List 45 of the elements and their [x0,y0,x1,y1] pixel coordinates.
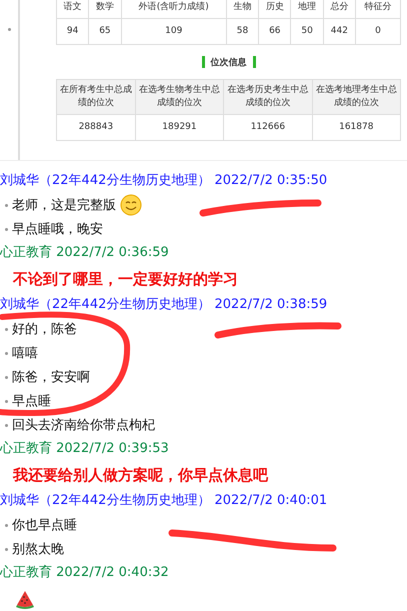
column-header: 外语(含听力成绩) [121,0,226,18]
column-header: 地理 [290,0,324,18]
table-cell: 161878 [312,114,400,140]
table-cell: 442 [323,18,356,44]
table-cell: 94 [56,18,89,44]
column-header: 语文 [56,0,89,18]
column-header: 总分 [323,0,356,18]
column-header: 生物 [226,0,259,18]
bullet-dot [8,28,10,31]
watermelon-icon [15,589,35,609]
message-text: 早点睡 [12,393,51,410]
message-text: 好的，陈爸 [12,321,77,338]
message-text: 嘻嘻 [12,345,38,362]
table-cell: 66 [258,18,291,44]
section-title: 位次信息 [210,56,246,68]
table-cell: 58 [226,18,259,44]
message-header: 刘城华（22年442分生物历史地理） 2022/7/2 0:35:50 [0,172,328,190]
message-text: 早点睡哦，晚安 [12,221,103,238]
column-header: 在选考历史考生中总成绩的位次 [224,80,312,114]
message-text: 回头去济南给你带点枸杞 [12,417,155,434]
message-header: 刘城华（22年442分生物历史地理） 2022/7/2 0:40:01 [0,492,328,510]
table-cell: 65 [88,18,122,44]
message-text: 别熬太晚 [12,541,64,558]
column-header: 特征分 [356,0,400,18]
column-header: 历史 [258,0,291,18]
column-header: 在选考地理考生中总成绩的位次 [312,80,400,114]
message-header: 心正教育 2022/7/2 0:40:32 [0,564,170,582]
column-header: 在选考生物考生中总成绩的位次 [135,80,224,114]
table-cell: 50 [290,18,324,44]
annotation-text: 不论到了哪里，一定要好好的学习 [12,269,239,290]
table-cell: 288843 [56,114,136,140]
annotation-text: 我还要给别人做方案呢，你早点休息吧 [12,465,270,486]
column-header: 在所有考生中总成绩的位次 [56,80,136,114]
table-cell: 0 [356,18,400,44]
table-cell: 109 [121,18,226,44]
message-header: 刘城华（22年442分生物历史地理） 2022/7/2 0:38:59 [0,296,328,314]
table-cell: 112666 [224,114,312,140]
message-text: 你也早点睡 [12,517,77,534]
message-header: 心正教育 2022/7/2 0:36:59 [0,244,170,262]
message-header: 心正教育 2022/7/2 0:39:53 [0,440,170,458]
table-cell: 189291 [135,114,224,140]
column-header: 数学 [88,0,122,18]
message-text: 老师，这是完整版 [12,197,116,214]
smiley-icon [120,194,142,216]
message-text: 陈爸，安安啊 [12,369,90,386]
